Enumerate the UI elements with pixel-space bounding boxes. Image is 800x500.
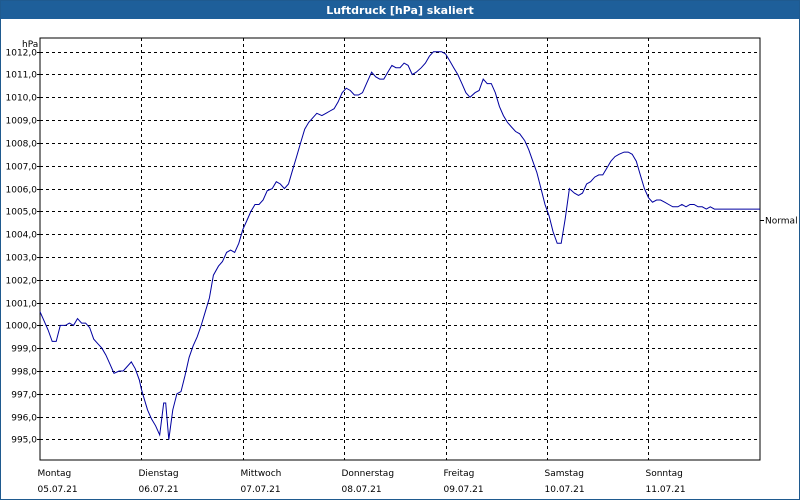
y-tick-label: 1007,0 — [6, 163, 38, 173]
x-tick-date: 05.07.21 — [38, 485, 78, 495]
y-tick-label: 1006,0 — [6, 186, 38, 196]
x-tick-day: Montag — [38, 469, 72, 479]
x-tick-day: Samstag — [545, 469, 584, 479]
x-tick-day: Sonntag — [646, 469, 683, 479]
y-tick-label: 996,0 — [11, 414, 37, 424]
y-axis-unit: hPa — [22, 40, 38, 50]
y-tick-label: 1008,0 — [6, 140, 38, 150]
y-tick-label: 998,0 — [11, 368, 37, 378]
x-tick-date: 10.07.21 — [545, 485, 585, 495]
y-tick-label: 1012,0 — [6, 49, 38, 59]
y-tick-label: 997,0 — [11, 391, 37, 401]
x-tick-day: Freitag — [444, 469, 475, 479]
x-tick-date: 09.07.21 — [444, 485, 484, 495]
y-tick-label: 995,0 — [11, 436, 37, 446]
y-tick-label: 1001,0 — [6, 300, 38, 310]
x-tick-date: 07.07.21 — [241, 485, 281, 495]
plot-area — [39, 37, 761, 461]
y-tick-label: 999,0 — [11, 345, 37, 355]
x-tick-day: Mittwoch — [241, 469, 282, 479]
x-tick-date: 08.07.21 — [342, 485, 382, 495]
x-tick-date: 06.07.21 — [139, 485, 179, 495]
y-tick-label: 1011,0 — [6, 71, 38, 81]
y-tick-label: 1000,0 — [6, 322, 38, 332]
y-tick-label: 1003,0 — [6, 254, 38, 264]
y-tick-label: 1009,0 — [6, 117, 38, 127]
y-tick-label: 1010,0 — [6, 94, 38, 104]
pressure-chart: 995,0 996,0 997,0 998,0 999,0 1000,0 1001,0 100… — [6, 37, 798, 495]
y-tick-label: 1002,0 — [6, 277, 38, 287]
normal-label: Normal — [765, 216, 798, 226]
x-tick-date: 11.07.21 — [646, 485, 686, 495]
x-tick-day: Donnerstag — [342, 469, 395, 479]
x-tick-day: Dienstag — [139, 469, 179, 479]
y-tick-label: 1004,0 — [6, 231, 38, 241]
y-tick-label: 1005,0 — [6, 208, 38, 218]
